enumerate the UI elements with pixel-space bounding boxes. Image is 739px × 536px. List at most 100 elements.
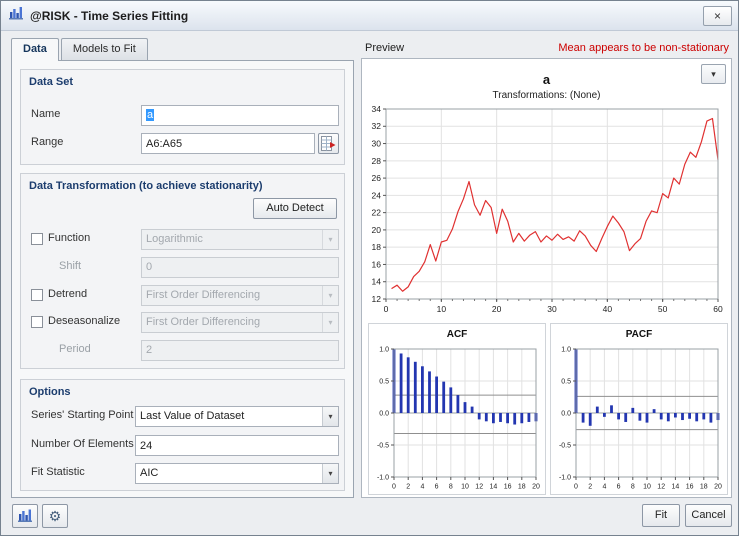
svg-text:50: 50 — [658, 304, 668, 314]
name-input-value: a — [146, 109, 154, 121]
auto-detect-button[interactable]: Auto Detect — [253, 198, 337, 219]
window-title: @RISK - Time Series Fitting — [30, 9, 188, 23]
time-series-fitting-dialog: @RISK - Time Series Fitting × Data Model… — [0, 0, 739, 536]
function-checkbox[interactable] — [31, 233, 43, 245]
svg-text:18: 18 — [518, 484, 526, 491]
function-label: Function — [48, 232, 90, 244]
svg-text:8: 8 — [449, 484, 453, 491]
svg-text:14: 14 — [672, 484, 680, 491]
acf-chart: ACF 02468101214161820-1.0-0.50.00.51.0 — [368, 323, 546, 495]
svg-text:10: 10 — [437, 304, 447, 314]
range-picker-button[interactable] — [318, 133, 339, 154]
deseasonalize-select: First Order Differencing ▾ — [141, 312, 339, 333]
function-select: Logarithmic ▾ — [141, 229, 339, 250]
svg-text:34: 34 — [372, 105, 382, 114]
chart-icon — [17, 508, 33, 523]
stationarity-warning: Mean appears to be non-stationary — [558, 42, 729, 54]
shift-input: 0 — [141, 257, 339, 278]
svg-text:18: 18 — [700, 484, 708, 491]
shift-label: Shift — [59, 260, 81, 272]
svg-text:20: 20 — [372, 225, 382, 235]
svg-text:60: 60 — [713, 304, 723, 314]
starting-point-select[interactable]: Last Value of Dataset ▾ — [135, 406, 339, 427]
svg-text:10: 10 — [461, 484, 469, 491]
preview-panel: ▾ a Transformations: (None) 010203040506… — [361, 58, 732, 498]
svg-text:4: 4 — [420, 484, 424, 491]
svg-text:-1.0: -1.0 — [377, 474, 389, 481]
svg-text:14: 14 — [372, 277, 382, 287]
settings-button[interactable]: ⚙ — [42, 504, 68, 528]
name-input[interactable]: a — [141, 105, 339, 126]
svg-text:20: 20 — [714, 484, 722, 491]
data-set-group-title: Data Set — [29, 76, 73, 88]
svg-text:16: 16 — [686, 484, 694, 491]
svg-text:0.0: 0.0 — [379, 410, 389, 417]
svg-text:22: 22 — [372, 208, 382, 218]
starting-point-select-value: Last Value of Dataset — [140, 410, 244, 422]
svg-text:30: 30 — [547, 304, 557, 314]
svg-text:1.0: 1.0 — [561, 346, 571, 353]
fit-statistic-label: Fit Statistic — [31, 466, 85, 478]
svg-text:2: 2 — [406, 484, 410, 491]
titlebar[interactable]: @RISK - Time Series Fitting × — [1, 1, 738, 31]
svg-text:12: 12 — [657, 484, 665, 491]
detrend-checkbox[interactable] — [31, 289, 43, 301]
function-select-value: Logarithmic — [146, 233, 203, 245]
chevron-down-icon: ▾ — [322, 313, 338, 332]
svg-text:16: 16 — [504, 484, 512, 491]
svg-text:12: 12 — [475, 484, 483, 491]
fit-statistic-select[interactable]: AIC ▾ — [135, 463, 339, 484]
close-icon: × — [714, 9, 721, 23]
svg-text:-1.0: -1.0 — [559, 474, 571, 481]
deseasonalize-checkbox[interactable] — [31, 316, 43, 328]
svg-text:16: 16 — [372, 259, 382, 269]
acf-plot: 02468101214161820-1.0-0.50.00.51.0 — [370, 346, 544, 492]
time-series-chart: 0102030405060121416182022242628303234 — [364, 105, 730, 317]
tab-bar: Data Models to Fit — [11, 38, 148, 60]
chevron-down-icon: ▾ — [322, 286, 338, 305]
fit-button[interactable]: Fit — [642, 504, 680, 527]
deseasonalize-select-value: First Order Differencing — [146, 316, 260, 328]
tab-data[interactable]: Data — [11, 38, 59, 61]
fit-statistic-select-value: AIC — [140, 467, 158, 479]
svg-text:20: 20 — [492, 304, 502, 314]
svg-text:10: 10 — [643, 484, 651, 491]
range-label: Range — [31, 136, 63, 148]
svg-text:2: 2 — [588, 484, 592, 491]
svg-text:20: 20 — [532, 484, 540, 491]
data-transformation-group-title: Data Transformation (to achieve stationa… — [29, 180, 263, 192]
acf-chart-title: ACF — [369, 329, 545, 340]
svg-text:1.0: 1.0 — [379, 346, 389, 353]
svg-text:12: 12 — [372, 294, 382, 304]
svg-text:0: 0 — [574, 484, 578, 491]
range-input[interactable] — [141, 133, 315, 154]
close-button[interactable]: × — [703, 6, 732, 26]
svg-text:0.5: 0.5 — [379, 378, 389, 385]
svg-text:26: 26 — [372, 173, 382, 183]
svg-text:30: 30 — [372, 139, 382, 149]
svg-text:24: 24 — [372, 190, 382, 200]
detrend-label: Detrend — [48, 288, 87, 300]
elements-input[interactable] — [135, 435, 339, 456]
deseasonalize-label: Deseasonalize — [48, 315, 120, 327]
elements-label: Number Of Elements — [31, 438, 134, 450]
svg-text:-0.5: -0.5 — [377, 442, 389, 449]
data-transformation-group: Data Transformation (to achieve stationa… — [20, 173, 345, 369]
tab-models-to-fit[interactable]: Models to Fit — [61, 38, 148, 60]
svg-text:14: 14 — [490, 484, 498, 491]
chevron-down-icon: ▾ — [322, 230, 338, 249]
pacf-plot: 02468101214161820-1.0-0.50.00.51.0 — [552, 346, 726, 492]
name-label: Name — [31, 108, 60, 120]
range-picker-icon — [321, 136, 336, 151]
graph-options-button[interactable] — [12, 504, 38, 528]
main-chart-subtitle: Transformations: (None) — [362, 90, 731, 101]
svg-text:18: 18 — [372, 242, 382, 252]
cancel-button[interactable]: Cancel — [685, 504, 732, 527]
svg-text:0: 0 — [384, 304, 389, 314]
gear-icon: ⚙ — [49, 508, 62, 524]
detrend-select-value: First Order Differencing — [146, 289, 260, 301]
svg-text:4: 4 — [602, 484, 606, 491]
starting-point-label: Series' Starting Point — [31, 409, 133, 421]
svg-text:28: 28 — [372, 156, 382, 166]
svg-text:32: 32 — [372, 121, 382, 131]
